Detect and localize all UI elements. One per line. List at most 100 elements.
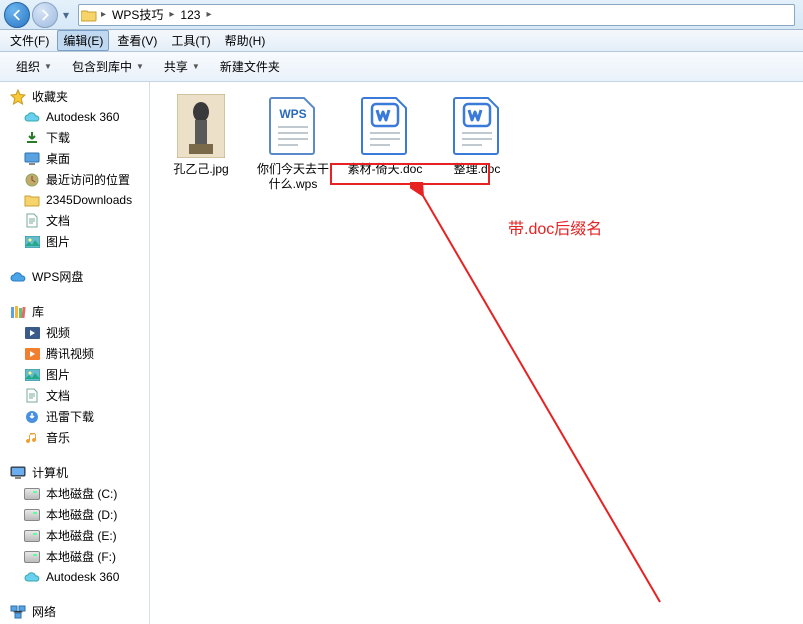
chevron-right-icon[interactable]: ▸ <box>99 9 108 20</box>
nav-back-button[interactable] <box>4 2 30 28</box>
file-thumbnail-wps: WPS <box>261 94 325 158</box>
file-item[interactable]: WPS 你们今天去干什么.wps <box>254 94 332 192</box>
drive-icon <box>24 528 40 544</box>
menu-help[interactable]: 帮助(H) <box>219 30 272 51</box>
menu-edit[interactable]: 编辑(E) <box>57 30 109 51</box>
file-item[interactable]: 素材-倚天.doc <box>346 94 424 192</box>
toolbar-label: 新建文件夹 <box>220 58 280 75</box>
annotation-text: 带.doc后缀名 <box>508 215 602 239</box>
sidebar-head-network[interactable]: 网络 <box>0 601 149 622</box>
sidebar-item-label: 本地磁盘 (D:) <box>46 506 117 523</box>
sidebar-head-label: WPS网盘 <box>32 268 83 285</box>
menu-view[interactable]: 查看(V) <box>111 30 163 51</box>
video-icon <box>24 346 40 362</box>
video-icon <box>24 325 40 341</box>
chevron-right-icon[interactable]: ▸ <box>167 9 176 20</box>
star-icon <box>10 89 26 105</box>
folder-icon <box>24 192 40 208</box>
nav-history-dropdown[interactable]: ▾ <box>60 8 72 22</box>
toolbar-share[interactable]: 共享▼ <box>156 55 208 78</box>
main-split: 收藏夹 Autodesk 360 下载 桌面 最近访问的位置 2345Downl… <box>0 82 803 624</box>
sidebar-item-recent[interactable]: 最近访问的位置 <box>0 169 149 190</box>
file-item[interactable]: 整理.doc <box>438 94 516 192</box>
toolbar-label: 组织 <box>16 58 40 75</box>
sidebar-item-label: 最近访问的位置 <box>46 171 130 188</box>
menubar: 文件(F) 编辑(E) 查看(V) 工具(T) 帮助(H) <box>0 30 803 52</box>
sidebar-item-label: 本地磁盘 (F:) <box>46 548 116 565</box>
download-icon <box>24 130 40 146</box>
sidebar-item-drive-d[interactable]: 本地磁盘 (D:) <box>0 504 149 525</box>
sidebar-favorites: 收藏夹 Autodesk 360 下载 桌面 最近访问的位置 2345Downl… <box>0 86 149 252</box>
sidebar-item-tencent[interactable]: 腾讯视频 <box>0 343 149 364</box>
address-bar[interactable]: ▸ WPS技巧 ▸ 123 ▸ <box>78 4 795 26</box>
annotation-arrow <box>410 182 670 612</box>
sidebar-head-label: 库 <box>32 303 44 320</box>
menu-tools[interactable]: 工具(T) <box>165 30 216 51</box>
sidebar-item-label: 迅雷下载 <box>46 408 94 425</box>
toolbar-organize[interactable]: 组织 ▼ <box>8 55 60 78</box>
picture-icon <box>24 234 40 250</box>
sidebar-head-libraries[interactable]: 库 <box>0 301 149 322</box>
toolbar-include[interactable]: 包含到库中 ▼ <box>64 55 152 78</box>
desktop-icon <box>24 151 40 167</box>
content-pane[interactable]: 孔乙己.jpg WPS 你们今天去干什么.wps 素材-倚天.doc 整理.do… <box>150 82 803 624</box>
file-label: 孔乙己.jpg <box>173 162 228 177</box>
sidebar-item-label: 桌面 <box>46 150 70 167</box>
sidebar-item-label: Autodesk 360 <box>46 110 119 124</box>
sidebar-item-label: 本地磁盘 (E:) <box>46 527 117 544</box>
cloud-icon <box>24 569 40 585</box>
sidebar-item-drive-f[interactable]: 本地磁盘 (F:) <box>0 546 149 567</box>
file-thumbnail-doc <box>445 94 509 158</box>
sidebar-item-autodesk[interactable]: Autodesk 360 <box>0 107 149 127</box>
toolbar-newfolder[interactable]: 新建文件夹 <box>212 55 288 78</box>
sidebar-item-label: 图片 <box>46 233 70 250</box>
sidebar-item-label: 下载 <box>46 129 70 146</box>
document-icon <box>24 213 40 229</box>
file-thumbnail-doc <box>353 94 417 158</box>
sidebar-item-downloads[interactable]: 下载 <box>0 127 149 148</box>
network-icon <box>10 604 26 620</box>
sidebar-item-label: 视频 <box>46 324 70 341</box>
nav-forward-button[interactable] <box>32 2 58 28</box>
menu-file[interactable]: 文件(F) <box>4 30 55 51</box>
sidebar-item-xunlei[interactable]: 迅雷下载 <box>0 406 149 427</box>
drive-icon <box>24 507 40 523</box>
sidebar-item-desktop[interactable]: 桌面 <box>0 148 149 169</box>
library-icon <box>10 304 26 320</box>
sidebar-head-label: 收藏夹 <box>32 88 68 105</box>
sidebar-item-music[interactable]: 音乐 <box>0 427 149 448</box>
file-item[interactable]: 孔乙己.jpg <box>162 94 240 192</box>
sidebar-item-pictures2[interactable]: 图片 <box>0 364 149 385</box>
file-thumbnail-image <box>169 94 233 158</box>
chevron-right-icon[interactable]: ▸ <box>204 9 213 20</box>
sidebar-head-wps[interactable]: WPS网盘 <box>0 266 149 287</box>
sidebar-item-drive-e[interactable]: 本地磁盘 (E:) <box>0 525 149 546</box>
folder-icon <box>79 8 99 22</box>
sidebar-item-docs2[interactable]: 文档 <box>0 385 149 406</box>
chevron-down-icon: ▼ <box>192 62 200 71</box>
chevron-down-icon: ▼ <box>136 62 144 71</box>
sidebar-head-favorites[interactable]: 收藏夹 <box>0 86 149 107</box>
sidebar-item-docs[interactable]: 文档 <box>0 210 149 231</box>
sidebar-item-label: 2345Downloads <box>46 193 132 207</box>
sidebar-head-computer[interactable]: 计算机 <box>0 462 149 483</box>
breadcrumb-seg-123[interactable]: 123 <box>176 5 204 25</box>
svg-text:WPS: WPS <box>279 107 306 121</box>
toolbar-label: 包含到库中 <box>72 58 132 75</box>
chevron-down-icon: ▼ <box>44 62 52 71</box>
sidebar-item-pictures[interactable]: 图片 <box>0 231 149 252</box>
breadcrumb-seg-wps[interactable]: WPS技巧 <box>108 5 167 25</box>
sidebar-item-label: 本地磁盘 (C:) <box>46 485 117 502</box>
sidebar-item-2345[interactable]: 2345Downloads <box>0 190 149 210</box>
download-icon <box>24 409 40 425</box>
sidebar-item-label: 文档 <box>46 387 70 404</box>
music-icon <box>24 430 40 446</box>
breadcrumb-label: WPS技巧 <box>112 6 163 23</box>
sidebar: 收藏夹 Autodesk 360 下载 桌面 最近访问的位置 2345Downl… <box>0 82 150 624</box>
sidebar-item-drive-c[interactable]: 本地磁盘 (C:) <box>0 483 149 504</box>
cloud-icon <box>24 109 40 125</box>
picture-icon <box>24 367 40 383</box>
sidebar-item-video[interactable]: 视频 <box>0 322 149 343</box>
document-icon <box>24 388 40 404</box>
sidebar-item-autodesk2[interactable]: Autodesk 360 <box>0 567 149 587</box>
